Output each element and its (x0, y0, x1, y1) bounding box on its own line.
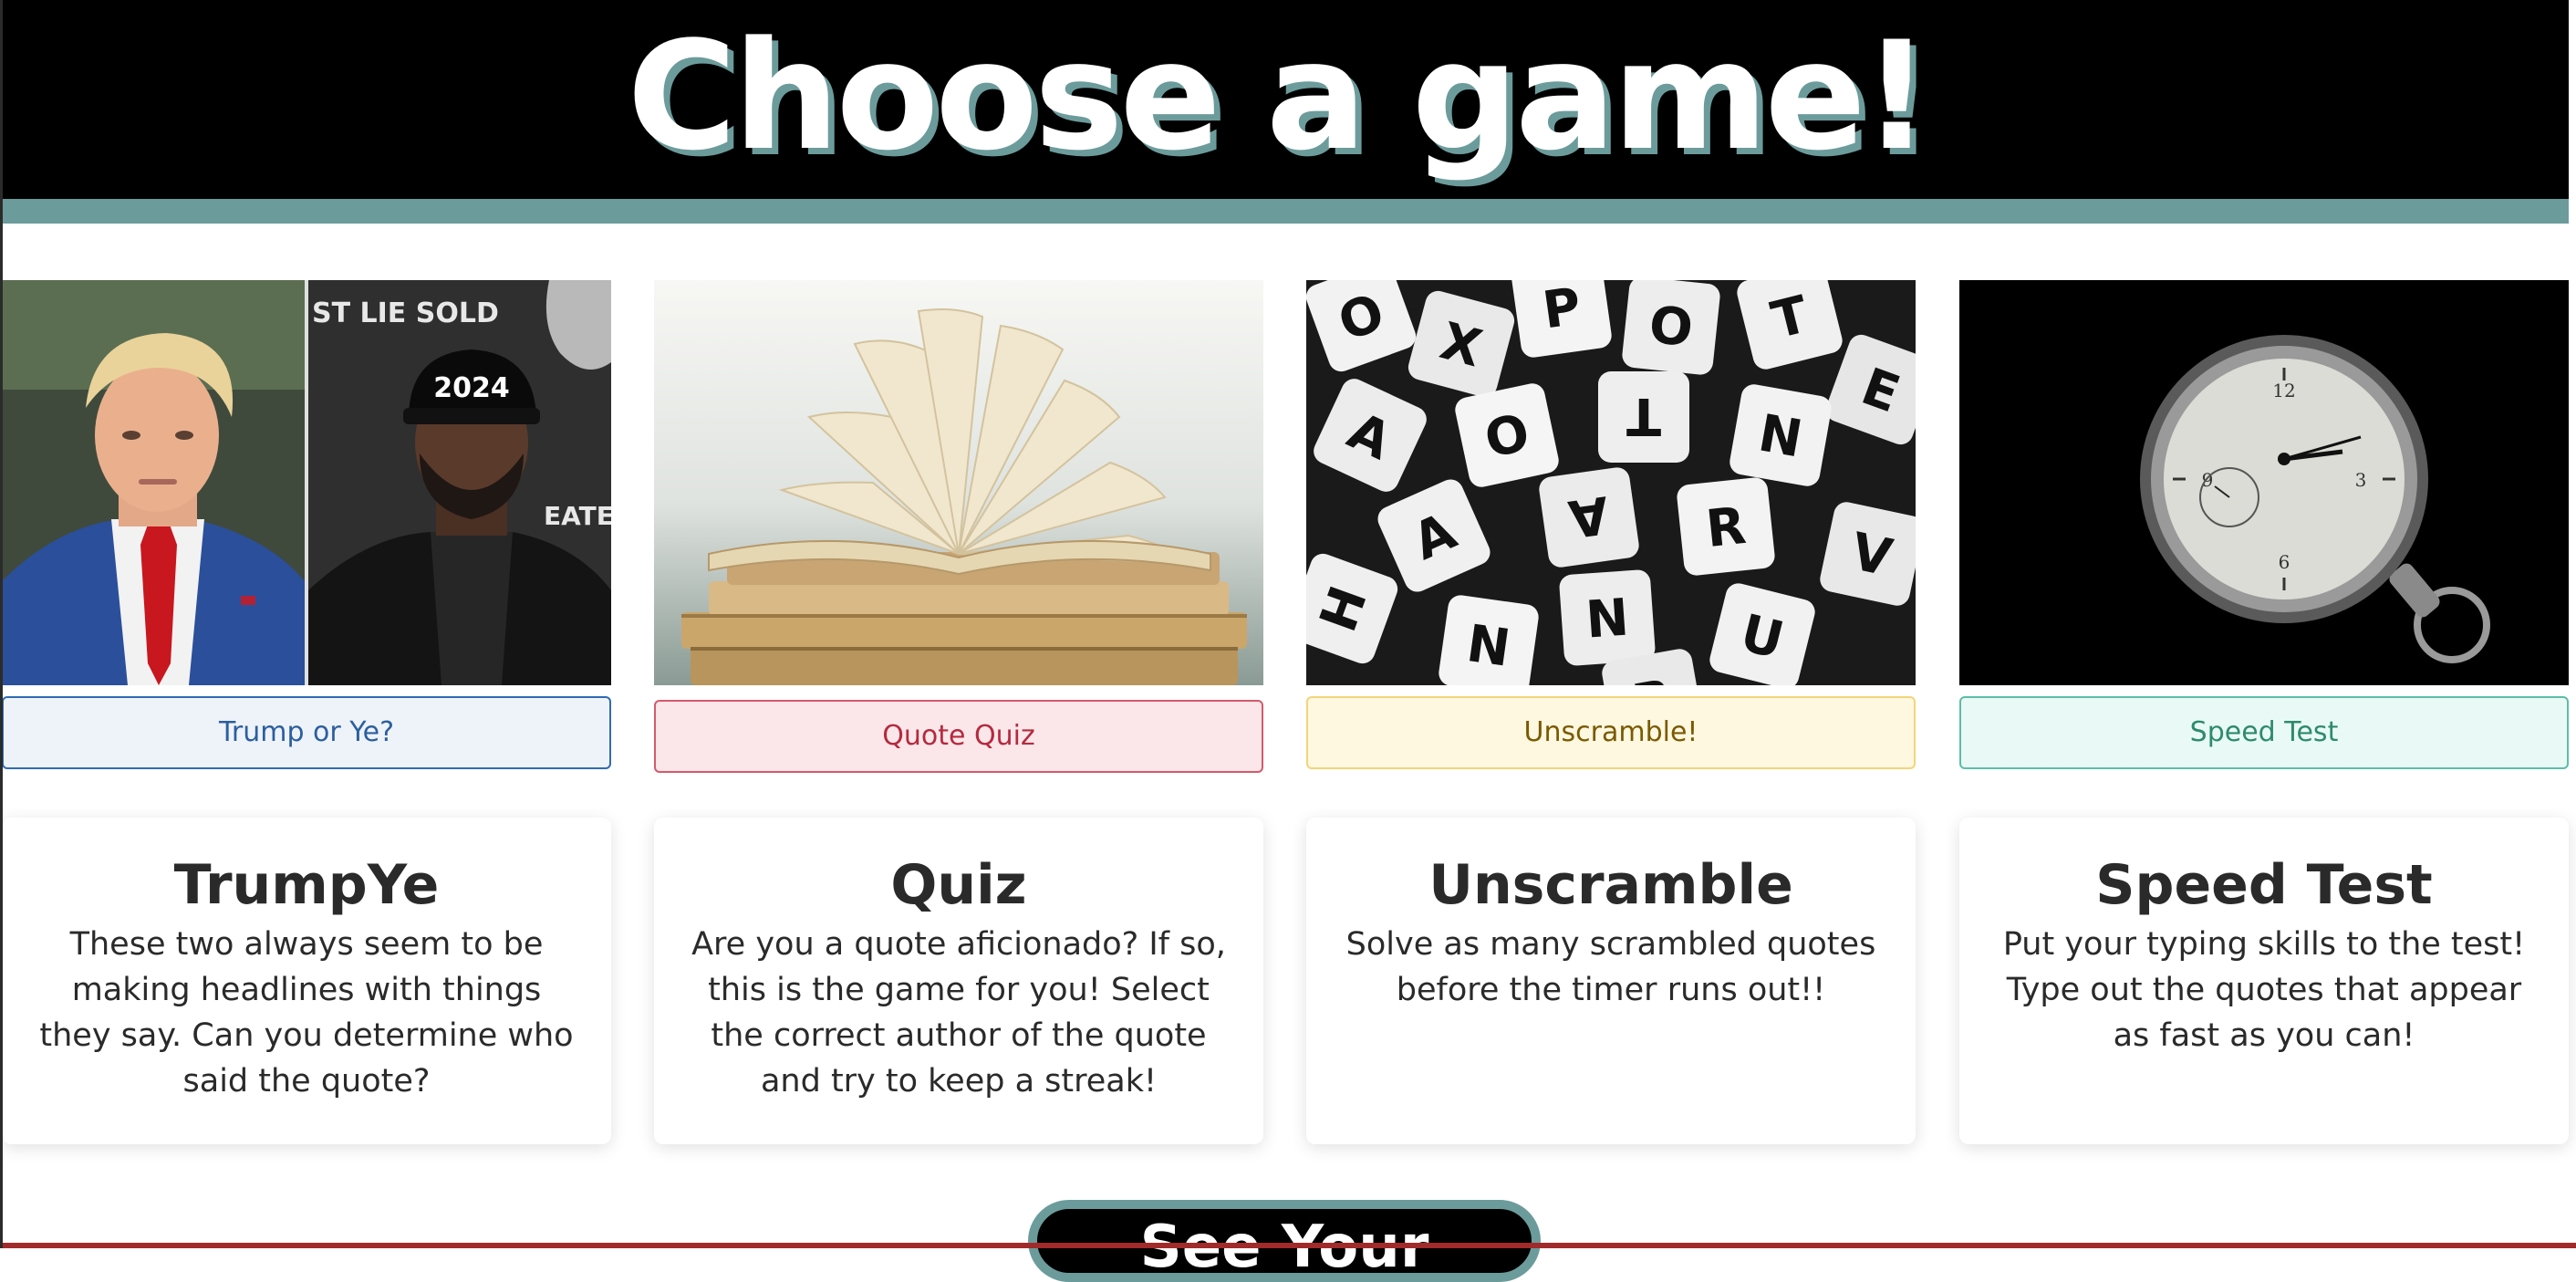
svg-text:N: N (1463, 614, 1513, 679)
page-title: Choose a game! (627, 9, 1930, 183)
game-column-unscramble: O X P O T E A O T N A A R V H N N U R U (1306, 280, 1916, 769)
svg-text:9: 9 (2202, 469, 2214, 491)
card-title: Unscramble (1428, 853, 1793, 917)
svg-text:O: O (1646, 296, 1696, 360)
card-description: These two always seem to be making headl… (39, 926, 574, 1100)
card-title: TrumpYe (173, 853, 440, 917)
card-description: Solve as many scrambled quotes before th… (1345, 926, 1876, 1008)
unscramble-button[interactable]: Unscramble! (1306, 696, 1916, 769)
page-header: Choose a game! (0, 0, 2569, 199)
backdrop-text-top: ST LIE SOLD (312, 297, 499, 329)
card-title: Quiz (890, 853, 1027, 917)
left-edge-border (0, 0, 3, 1248)
svg-text:R: R (1703, 496, 1749, 559)
trump-or-ye-button[interactable]: Trump or Ye? (2, 696, 611, 769)
see-your-stats-button[interactable]: See Your Stats! (1028, 1200, 1541, 1282)
backdrop-text-right: EATEST (544, 501, 611, 531)
unscramble-card: Unscramble Solve as many scrambled quote… (1306, 818, 1916, 1144)
cap-text: 2024 (433, 372, 510, 404)
game-column-quiz: Quote Quiz (654, 280, 1263, 773)
svg-text:N: N (1584, 588, 1630, 650)
card-title: Speed Test (2095, 853, 2433, 917)
svg-text:12: 12 (2272, 380, 2295, 401)
header-accent-band (0, 199, 2569, 224)
open-books-photo[interactable] (654, 280, 1263, 685)
speed-test-button[interactable]: Speed Test (1959, 696, 2569, 769)
svg-text:T: T (1626, 386, 1661, 445)
svg-text:P: P (1539, 280, 1584, 341)
card-description: Put your typing skills to the test! Type… (2002, 926, 2526, 1054)
speed-test-card: Speed Test Put your typing skills to the… (1959, 818, 2569, 1144)
game-column-speed-test: 12 3 6 9 Speed Test (1959, 280, 2569, 769)
quote-quiz-button[interactable]: Quote Quiz (654, 700, 1263, 773)
letter-tiles-photo[interactable]: O X P O T E A O T N A A R V H N N U R (1306, 280, 1916, 685)
bottom-accent-band (0, 1243, 2576, 1248)
svg-text:3: 3 (2355, 469, 2367, 491)
card-description: Are you a quote aficionado? If so, this … (691, 926, 1226, 1100)
game-column-trumpye: ST LIE SOLD EATEST 2024 Trump or Ye? (2, 280, 611, 769)
trump-ye-photo[interactable]: ST LIE SOLD EATEST 2024 (2, 280, 611, 685)
quiz-card: Quiz Are you a quote aficionado? If so, … (654, 818, 1263, 1144)
pocket-watch-photo[interactable]: 12 3 6 9 (1959, 280, 2569, 685)
trumpye-card: TrumpYe These two always seem to be maki… (2, 818, 611, 1144)
svg-text:6: 6 (2279, 551, 2290, 573)
